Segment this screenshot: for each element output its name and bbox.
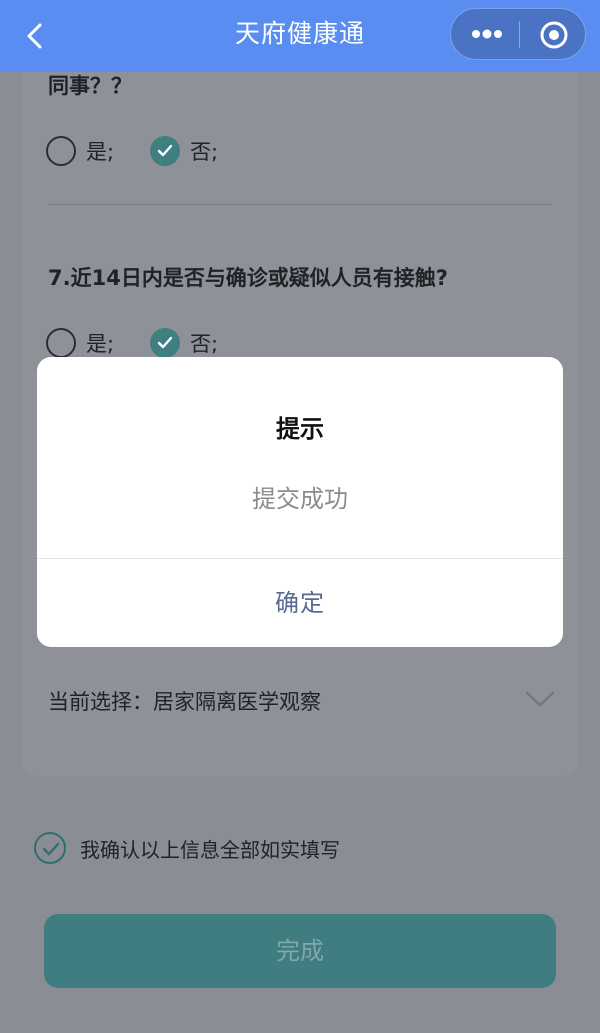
- done-button[interactable]: 完成: [44, 914, 556, 988]
- checkbox-checked-icon: [34, 832, 66, 864]
- close-target-icon[interactable]: [539, 20, 569, 50]
- radio-checked-icon: [150, 136, 180, 166]
- radio-checked-icon: [150, 328, 180, 358]
- mini-program-capsule: [450, 8, 586, 60]
- q7-option-yes[interactable]: 是;: [46, 326, 114, 360]
- q7-option-no[interactable]: 否;: [150, 326, 218, 360]
- capsule-divider: [519, 21, 520, 48]
- chevron-down-icon: [525, 691, 555, 707]
- dialog-message: 提交成功: [252, 485, 348, 513]
- q6-option-no[interactable]: 否;: [150, 134, 218, 168]
- confirm-checkbox-row[interactable]: 我确认以上信息全部如实填写: [34, 830, 340, 866]
- dialog-ok-button[interactable]: 确定: [37, 559, 563, 647]
- nav-bar: 天府健康通: [0, 0, 600, 72]
- status-select[interactable]: 当前选择：居家隔离医学观察: [48, 684, 556, 718]
- option-label: 是;: [86, 140, 115, 164]
- radio-unchecked-icon: [46, 136, 76, 166]
- question-6-text: 同事？？: [48, 74, 132, 98]
- confirm-text: 我确认以上信息全部如实填写: [80, 837, 340, 862]
- more-dots-icon[interactable]: [471, 25, 503, 43]
- radio-unchecked-icon: [46, 328, 76, 358]
- option-label: 否;: [190, 332, 219, 356]
- status-select-value: 当前选择：居家隔离医学观察: [48, 690, 321, 714]
- divider: [48, 204, 552, 205]
- q6-option-yes[interactable]: 是;: [46, 134, 114, 168]
- question-7-text: 7.近14日内是否与确诊或疑似人员有接触?: [48, 266, 448, 290]
- option-label: 否;: [190, 140, 219, 164]
- option-label: 是;: [86, 332, 115, 356]
- alert-dialog: 提示 提交成功 确定: [37, 357, 563, 647]
- dialog-title: 提示: [276, 415, 324, 443]
